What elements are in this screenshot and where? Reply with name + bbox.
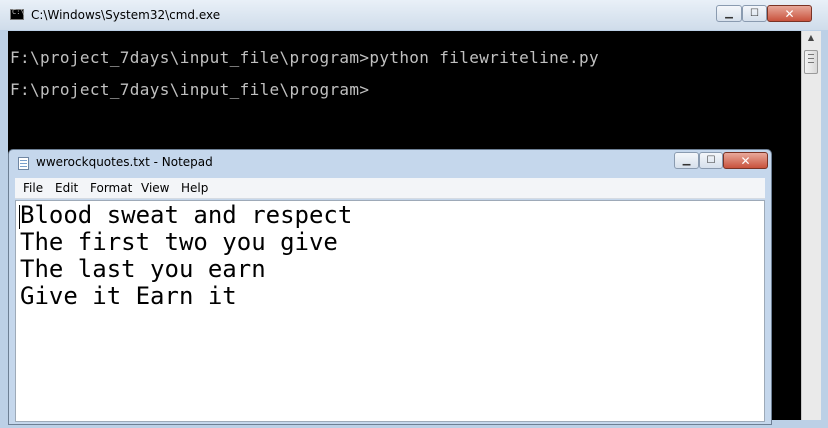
maximize-icon: ☐	[750, 8, 759, 19]
notepad-menu-bar: File Edit Format View Help	[15, 178, 765, 199]
console-icon: C:\	[10, 8, 25, 20]
console-line: F:\project_7days\input_file\program>pyth…	[10, 48, 599, 67]
cmd-scroll-thumb[interactable]	[804, 50, 818, 74]
text-line: The first two you give	[20, 228, 338, 256]
cmd-maximize-button[interactable]: ☐	[742, 5, 767, 22]
notepad-icon	[18, 157, 29, 170]
notepad-window: wwerockquotes.txt - Notepad ▁ ☐ ✕ File E…	[8, 149, 772, 425]
notepad-minimize-button[interactable]: ▁	[674, 152, 699, 169]
cmd-vertical-scrollbar[interactable]: ▲	[801, 31, 821, 420]
text-line: Blood sweat and respect	[20, 201, 353, 229]
chevron-up-icon[interactable]: ▲	[804, 33, 818, 47]
cmd-minimize-button[interactable]: ▁	[716, 5, 742, 22]
cmd-title-bar[interactable]: C:\ C:\Windows\System32\cmd.exe ▁ ☐ ✕	[0, 0, 828, 30]
menu-format[interactable]: Format	[90, 181, 132, 195]
menu-file[interactable]: File	[23, 181, 43, 195]
console-prompt-line: F:\project_7days\input_file\program>	[10, 80, 370, 99]
menu-view[interactable]: View	[141, 181, 169, 195]
notepad-close-button[interactable]: ✕	[723, 152, 768, 169]
maximize-icon: ☐	[706, 155, 716, 166]
close-icon: ✕	[784, 6, 795, 21]
text-line: Give it Earn it	[20, 282, 237, 310]
minimize-icon: ▁	[725, 8, 733, 19]
minimize-icon: ▁	[682, 155, 691, 166]
cmd-window-title: C:\Windows\System32\cmd.exe	[31, 8, 221, 22]
close-icon: ✕	[740, 153, 751, 168]
notepad-maximize-button[interactable]: ☐	[699, 152, 723, 169]
notepad-text-area[interactable]: Blood sweat and respect The first two yo…	[15, 200, 765, 422]
cmd-close-button[interactable]: ✕	[767, 5, 812, 22]
menu-edit[interactable]: Edit	[55, 181, 78, 195]
notepad-window-title: wwerockquotes.txt - Notepad	[36, 155, 213, 169]
text-line: The last you earn	[20, 255, 266, 283]
menu-help[interactable]: Help	[181, 181, 208, 195]
